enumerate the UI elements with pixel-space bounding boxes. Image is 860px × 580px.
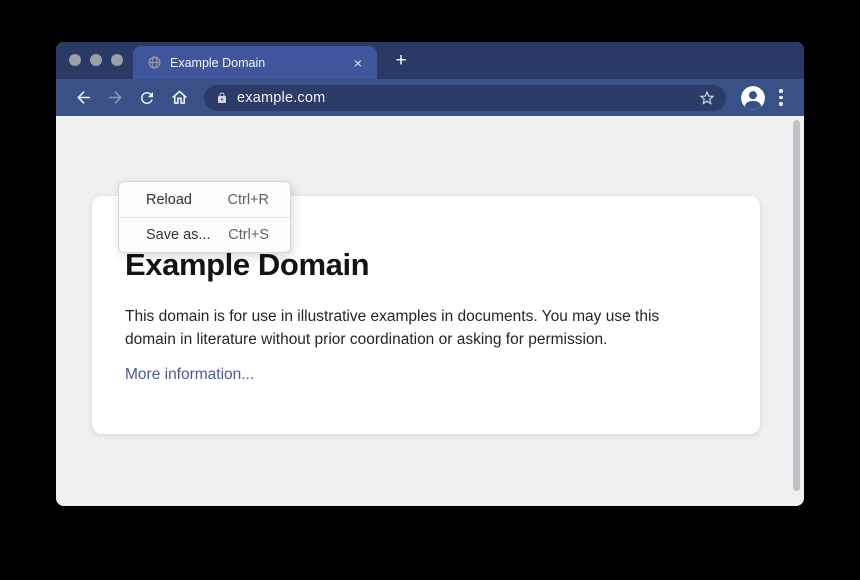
menu-item-label: Reload <box>146 192 192 208</box>
navigation-toolbar: example.com <box>56 79 804 116</box>
tab-close-icon[interactable]: × <box>349 54 367 72</box>
window-minimize-button[interactable] <box>90 54 102 66</box>
page-paragraph: This domain is for use in illustrative e… <box>125 305 713 351</box>
context-menu-item-save-as[interactable]: Save as... Ctrl+S <box>119 217 290 252</box>
scrollbar-thumb[interactable] <box>793 120 800 491</box>
forward-button[interactable] <box>100 83 130 113</box>
address-bar[interactable]: example.com <box>204 85 726 111</box>
browser-tab[interactable]: Example Domain × <box>133 46 377 79</box>
tab-title: Example Domain <box>170 56 349 70</box>
page-viewport: Example Domain This domain is for use in… <box>56 116 804 506</box>
globe-favicon-icon <box>148 56 161 69</box>
reload-button[interactable] <box>132 83 162 113</box>
back-button[interactable] <box>68 83 98 113</box>
more-information-link[interactable]: More information... <box>125 366 254 384</box>
context-menu: Reload Ctrl+R Save as... Ctrl+S <box>118 181 291 253</box>
new-tab-button[interactable]: + <box>388 49 414 73</box>
menu-item-shortcut: Ctrl+S <box>228 227 269 243</box>
window-maximize-button[interactable] <box>111 54 123 66</box>
home-button[interactable] <box>164 83 194 113</box>
browser-menu-icon[interactable] <box>770 85 792 111</box>
profile-avatar-icon[interactable] <box>740 85 766 111</box>
browser-window: Example Domain × + <box>56 42 804 506</box>
context-menu-item-reload[interactable]: Reload Ctrl+R <box>119 182 290 217</box>
home-icon <box>170 88 189 107</box>
bookmark-star-icon[interactable] <box>696 87 718 109</box>
menu-item-shortcut: Ctrl+R <box>228 192 270 208</box>
back-arrow-icon <box>74 88 93 107</box>
menu-item-label: Save as... <box>146 227 210 243</box>
window-close-button[interactable] <box>69 54 81 66</box>
reload-icon <box>138 89 156 107</box>
lock-icon[interactable] <box>216 91 228 105</box>
title-bar: Example Domain × + <box>56 42 804 79</box>
forward-arrow-icon <box>106 88 125 107</box>
screenshot-background: Example Domain × + <box>0 0 860 580</box>
url-text: example.com <box>237 90 696 106</box>
window-controls <box>69 54 123 66</box>
